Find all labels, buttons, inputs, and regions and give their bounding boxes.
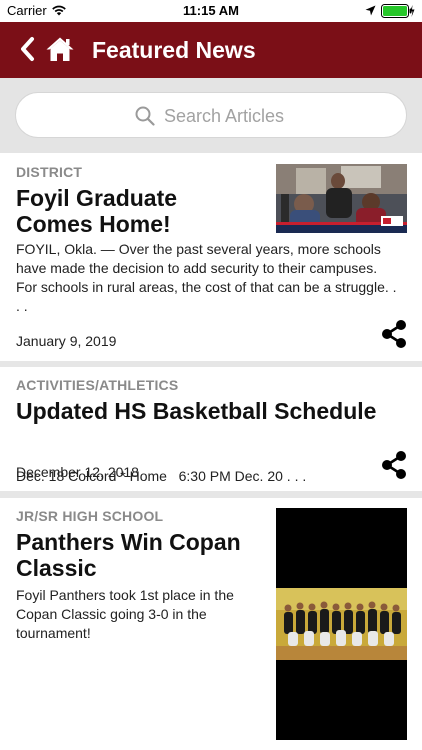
headline-line: Panthers Win Copan [16, 529, 241, 555]
article-thumbnail [276, 508, 407, 740]
article-headline[interactable]: Foyil Graduate Comes Home! [16, 185, 266, 237]
article-card[interactable]: DISTRICT Foyil Graduate Comes Home! FOYI… [0, 153, 422, 361]
article-card[interactable]: JR/SR HIGH SCHOOL Panthers Win Copan Cla… [0, 498, 422, 750]
search-box[interactable] [15, 92, 407, 138]
headline-line: Updated HS Basketball Schedule [16, 398, 377, 424]
article-category: JR/SR HIGH SCHOOL [16, 508, 164, 524]
search-icon [135, 106, 155, 126]
article-card[interactable]: ACTIVITIES/ATHLETICS Updated HS Basketba… [0, 367, 422, 491]
article-snippet: FOYIL, Okla. — Over the past several yea… [16, 240, 411, 316]
status-bar: Carrier 11:15 AM [0, 0, 422, 22]
snippet-line: have made the decision to add security t… [16, 260, 378, 276]
share-icon[interactable] [380, 319, 408, 349]
snippet-line: tournament! [16, 625, 91, 641]
article-date: December 12, 2018 [16, 464, 139, 480]
article-category: DISTRICT [16, 164, 83, 180]
back-chevron-icon[interactable] [18, 36, 36, 62]
search-input[interactable] [164, 102, 364, 130]
headline-line: Classic [16, 555, 97, 581]
article-snippet: Foyil Panthers took 1st place in the Cop… [16, 586, 266, 643]
clock-time: 11:15 AM [183, 3, 239, 18]
search-area [0, 78, 422, 153]
snippet-line: . . [16, 298, 28, 314]
article-thumbnail [276, 164, 407, 233]
article-category: ACTIVITIES/ATHLETICS [16, 377, 179, 393]
article-date: January 9, 2019 [16, 333, 117, 349]
snippet-line: Foyil Panthers took 1st place in the [16, 587, 234, 603]
home-icon[interactable] [45, 36, 75, 62]
team-photo-image [276, 508, 407, 740]
location-arrow-icon [365, 5, 376, 16]
article-headline[interactable]: Panthers Win Copan Classic [16, 529, 271, 581]
nav-bar: Featured News [0, 22, 422, 78]
page-title: Featured News [92, 37, 256, 63]
article-headline[interactable]: Updated HS Basketball Schedule [16, 398, 411, 424]
share-icon[interactable] [380, 450, 408, 480]
headline-line: Comes Home! [16, 211, 171, 237]
snippet-line: FOYIL, Okla. — Over the past several yea… [16, 241, 381, 257]
battery-icon [381, 4, 415, 18]
news-broadcast-image [276, 164, 407, 233]
headline-line: Foyil Graduate [16, 185, 178, 211]
snippet-line: Copan Classic going 3-0 in the [16, 606, 207, 622]
snippet-line: For schools in rural areas, the cost of … [16, 279, 397, 295]
